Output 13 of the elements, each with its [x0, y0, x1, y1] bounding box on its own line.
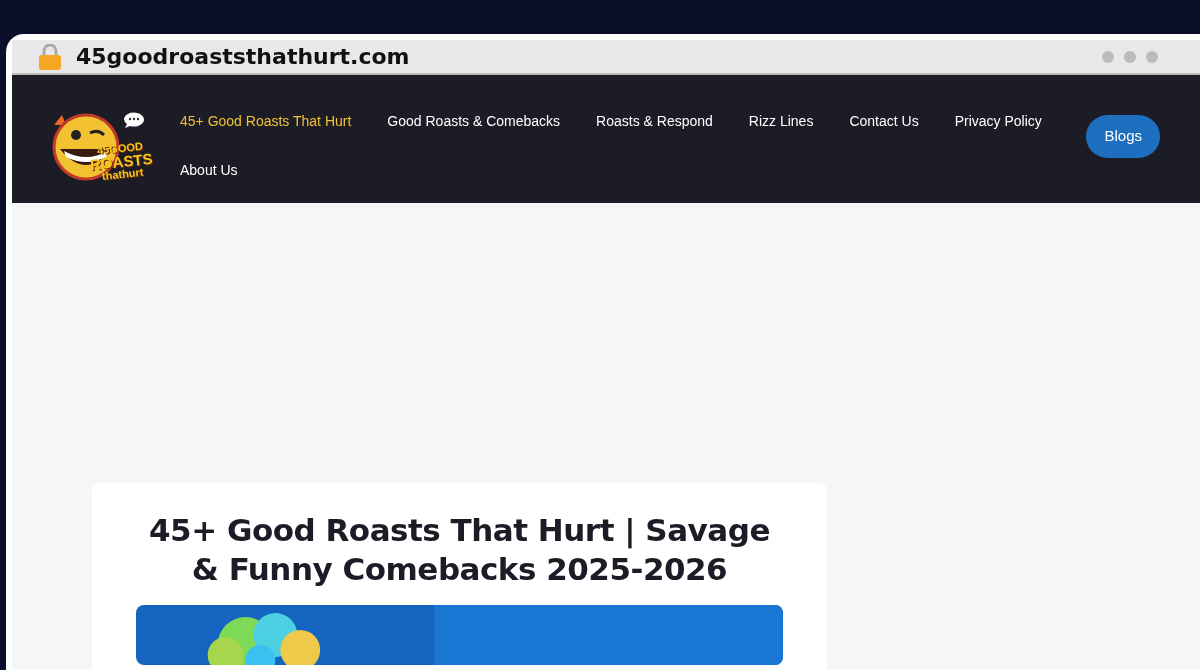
- speech-bubble-icon: [122, 111, 146, 129]
- nav-link[interactable]: Roasts & Respond: [596, 111, 713, 132]
- nav-link[interactable]: 45+ Good Roasts That Hurt: [180, 111, 352, 132]
- nav-link[interactable]: Contact Us: [849, 111, 919, 132]
- nav-link[interactable]: Good Roasts & Comebacks: [387, 111, 561, 132]
- blogs-button[interactable]: Blogs: [1086, 115, 1160, 158]
- article-title: 45+ Good Roasts That Hurt | Savage & Funny Comebacks 2025-2026: [148, 511, 771, 589]
- url-text: 45goodroaststhathurt.com: [76, 43, 411, 71]
- nav-link[interactable]: About Us: [180, 160, 238, 181]
- logo[interactable]: 45GOOD ROASTS thathurt: [50, 103, 160, 203]
- lock-icon: [38, 43, 62, 70]
- nav-link[interactable]: Rizz Lines: [748, 111, 814, 132]
- nav-link[interactable]: Privacy Policy: [954, 111, 1042, 132]
